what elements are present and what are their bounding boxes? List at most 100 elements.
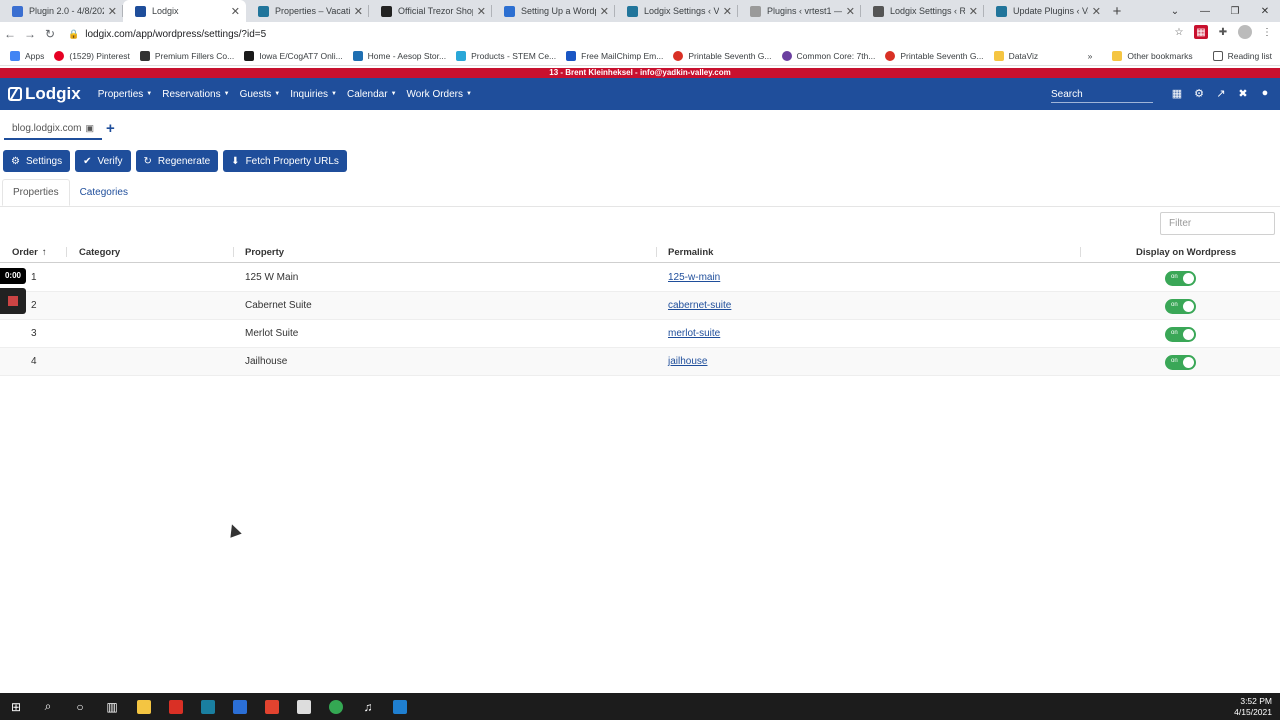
close-icon[interactable]: ✕ [231,5,240,18]
table-row[interactable]: 3 Merlot Suite merlot-suite on [0,320,1280,348]
profile-icon[interactable] [1238,25,1252,39]
menu-calendar[interactable]: Calendar ▼ [342,89,402,100]
other-bookmarks[interactable]: Other bookmarks [1112,51,1193,61]
browser-tab-active[interactable]: Lodgix ✕ [123,0,246,22]
bookmark-item[interactable]: Free MailChimp Em... [566,50,663,61]
bookmark-item[interactable]: Printable Seventh G... [673,50,772,61]
close-icon[interactable]: ✕ [846,5,855,18]
reading-list[interactable]: Reading list [1212,51,1272,61]
tab-search-icon[interactable]: ⌄ [1160,6,1190,17]
settings-button[interactable]: ⚙ Settings [3,150,71,172]
lodgix-logo[interactable]: Lodgix [8,84,81,104]
user-icon[interactable]: ● [1258,86,1272,100]
permalink-link[interactable]: merlot-suite [668,328,720,339]
display-toggle[interactable]: on [1165,355,1196,370]
reload-icon[interactable]: ↻ [40,27,60,41]
bookmark-item[interactable]: Apps [10,50,44,61]
menu-icon[interactable]: ⋮ [1260,25,1274,39]
app-icon[interactable] [192,693,224,720]
add-site-button[interactable]: + [106,120,115,137]
browser-tab[interactable]: Properties – Vacation R ✕ [246,0,369,22]
close-icon[interactable]: ✕ [600,5,609,18]
app-search-input[interactable]: Search [1051,86,1153,103]
table-row[interactable]: 2 Cabernet Suite cabernet-suite on [0,292,1280,320]
close-icon[interactable]: ✕ [477,5,486,18]
url-field[interactable]: lodgix.com/app/wordpress/settings/?id=5 [85,29,266,40]
tab-categories[interactable]: Categories [70,179,138,206]
minimize-icon[interactable]: — [1190,6,1220,17]
permalink-link[interactable]: cabernet-suite [668,300,731,311]
browser-tab[interactable]: Lodgix Settings ‹ Rose ✕ [861,0,984,22]
close-icon[interactable]: ✕ [1092,5,1101,18]
menu-properties[interactable]: Properties ▼ [93,89,158,100]
tools-icon[interactable]: ✖ [1236,86,1250,100]
filter-input[interactable]: Filter [1160,212,1275,235]
chrome-icon[interactable] [320,693,352,720]
restore-icon[interactable]: ❐ [1220,6,1250,17]
tab-properties[interactable]: Properties [2,179,70,206]
bookmark-item[interactable]: Home - Aesop Stor... [352,50,446,61]
regenerate-button[interactable]: ↻ Regenerate [135,150,219,172]
close-icon[interactable]: ✕ [723,5,732,18]
bookmark-item[interactable]: Common Core: 7th... [781,50,875,61]
bookmark-item[interactable]: Products - STEM Ce... [456,50,556,61]
notification-app-icon[interactable]: ♫ [352,693,384,720]
browser-tab[interactable]: Official Trezor Shop | T ✕ [369,0,492,22]
gear-icon[interactable]: ⚙ [1192,86,1206,100]
star-icon[interactable]: ☆ [1172,25,1186,39]
skype-icon[interactable] [384,693,416,720]
display-toggle[interactable]: on [1165,271,1196,286]
menu-inquiries[interactable]: Inquiries ▼ [285,89,342,100]
browser-tab[interactable]: Update Plugins ‹ Vaca ✕ [984,0,1107,22]
site-tab[interactable]: blog.lodgix.com ▣ [4,118,102,140]
table-row[interactable]: 4 Jailhouse jailhouse on [0,348,1280,376]
bookmark-item[interactable]: Printable Seventh G... [885,50,984,61]
close-icon[interactable]: ✕ [108,5,117,18]
snagit-icon[interactable] [256,693,288,720]
puzzle-icon[interactable]: ✚ [1216,25,1230,39]
notepad-icon[interactable] [288,693,320,720]
column-property[interactable]: Property [245,247,284,258]
column-display[interactable]: Display on Wordpress [1136,247,1236,258]
file-explorer-icon[interactable] [128,693,160,720]
calculator-icon[interactable] [224,693,256,720]
browser-tab[interactable]: Plugin 2.0 - 4/8/2021 ✕ [0,0,123,22]
chart-icon[interactable]: ↗ [1214,86,1228,100]
new-tab-button[interactable]: + [1107,0,1127,22]
cortana-icon[interactable]: ○ [64,693,96,720]
bookmark-item[interactable]: (1529) Pinterest [54,50,130,61]
menu-work-orders[interactable]: Work Orders ▼ [402,89,477,100]
mail-icon[interactable] [160,693,192,720]
close-icon[interactable]: ✕ [969,5,978,18]
recorder-stop-button[interactable] [0,288,26,314]
forward-icon[interactable]: → [20,27,40,41]
permalink-link[interactable]: 125-w-main [668,272,720,283]
calendar-icon[interactable]: ▦ [1170,86,1184,100]
table-row[interactable]: 1 125 W Main 125-w-main on [0,264,1280,292]
task-view-icon[interactable]: ▥ [96,693,128,720]
browser-tab[interactable]: Plugins ‹ vrtest1 — Wo ✕ [738,0,861,22]
back-icon[interactable]: ← [0,27,20,41]
bookmark-item[interactable]: DataViz [993,50,1038,61]
column-category[interactable]: Category [79,247,120,258]
column-permalink[interactable]: Permalink [668,247,713,258]
display-toggle[interactable]: on [1165,299,1196,314]
more-bookmarks-icon[interactable]: » [1088,51,1093,61]
windows-start-icon[interactable]: ⊞ [0,693,32,720]
browser-tab[interactable]: Lodgix Settings ‹ Vaca ✕ [615,0,738,22]
menu-guests[interactable]: Guests ▼ [235,89,286,100]
close-window-icon[interactable]: ✕ [1250,6,1280,17]
copy-icon[interactable]: ▣ [85,123,94,134]
display-toggle[interactable]: on [1165,327,1196,342]
permalink-link[interactable]: jailhouse [668,356,707,367]
browser-tab[interactable]: Setting Up a Wordpre ✕ [492,0,615,22]
close-icon[interactable]: ✕ [354,5,363,18]
lock-icon[interactable]: 🔒 [68,29,79,40]
extension-icon[interactable]: ▦ [1194,25,1208,39]
menu-reservations[interactable]: Reservations ▼ [157,89,234,100]
fetch-property-urls-button[interactable]: ⬇ Fetch Property URLs [223,150,347,172]
system-clock[interactable]: 3:52 PM 4/15/2021 [1234,696,1272,718]
bookmark-item[interactable]: Premium Fillers Co... [139,50,234,61]
verify-button[interactable]: ✔ Verify [75,150,131,172]
column-order[interactable]: Order ↑ [12,247,47,258]
